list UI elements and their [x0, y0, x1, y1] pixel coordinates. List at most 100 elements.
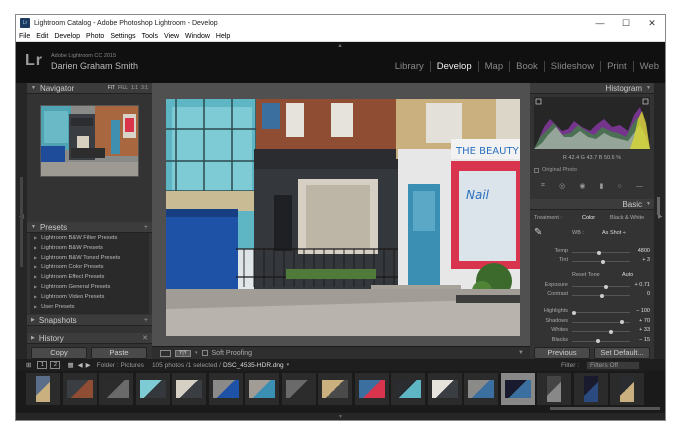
slider-track[interactable] — [572, 310, 630, 315]
slider-track[interactable] — [572, 320, 630, 324]
zoom-1-1[interactable]: 1:1 — [131, 85, 138, 91]
module-book[interactable]: Book — [509, 61, 544, 72]
basic-header[interactable]: Basic ▼ — [530, 199, 654, 210]
filmstrip-thumbnail[interactable] — [610, 373, 644, 405]
module-map[interactable]: Map — [477, 61, 509, 72]
maximize-button[interactable]: ☐ — [613, 15, 639, 31]
slider-track[interactable] — [572, 293, 630, 298]
menu-view[interactable]: View — [164, 33, 179, 40]
filmstrip-thumbnail[interactable] — [208, 373, 243, 405]
slider-track[interactable] — [572, 339, 630, 343]
menu-help[interactable]: Help — [216, 33, 230, 40]
selected-filename[interactable]: DSC_4535-HDR.dng — [223, 362, 284, 369]
loupe-view-icon[interactable] — [160, 349, 171, 357]
slider-value[interactable]: 4800 — [638, 248, 650, 254]
add-snapshot-icon[interactable]: + — [144, 317, 148, 324]
soft-proofing-checkbox[interactable] — [201, 350, 208, 356]
filter-select[interactable]: Filters Off — [586, 360, 640, 370]
previous-button[interactable]: Previous — [534, 347, 590, 359]
filmstrip-thumbnail[interactable] — [427, 373, 462, 405]
zoom-3-1[interactable]: 3:1 — [141, 85, 148, 91]
spot-removal-icon[interactable]: ◎ — [559, 182, 565, 190]
menu-tools[interactable]: Tools — [142, 33, 158, 40]
filmstrip-thumbnail[interactable] — [245, 373, 279, 405]
menu-window[interactable]: Window — [185, 33, 210, 40]
graduated-filter-icon[interactable]: ▮ — [600, 182, 604, 190]
wb-eyedropper-icon[interactable]: ✎ — [534, 227, 542, 238]
reset-tone-label[interactable]: Reset Tone — [572, 272, 600, 278]
bottom-panel-toggle[interactable]: ▼ — [16, 413, 665, 420]
forward-icon[interactable]: ▶ — [86, 361, 91, 369]
left-panel-toggle[interactable]: ◀ — [16, 83, 27, 359]
clear-history-icon[interactable]: ✕ — [142, 334, 148, 342]
menu-photo[interactable]: Photo — [86, 33, 104, 40]
slider-track[interactable] — [572, 259, 630, 264]
navigator-preview[interactable] — [40, 105, 139, 177]
menu-develop[interactable]: Develop — [54, 33, 80, 40]
slider-knob[interactable] — [619, 320, 624, 324]
menu-edit[interactable]: Edit — [36, 33, 48, 40]
filmstrip-thumbnail[interactable] — [62, 373, 97, 405]
close-button[interactable]: ✕ — [639, 15, 665, 31]
collapse-bottom-icon[interactable]: ▼ — [338, 414, 343, 420]
right-scrollbar[interactable] — [657, 197, 660, 215]
copy-button[interactable]: Copy — [31, 347, 87, 359]
toolbar-menu-icon[interactable]: ▼ — [518, 350, 524, 356]
snapshots-header[interactable]: ▶ Snapshots + — [27, 315, 152, 326]
filmstrip-thumbnail[interactable] — [464, 373, 498, 405]
right-panel-toggle[interactable]: ▶ — [654, 83, 665, 359]
module-web[interactable]: Web — [632, 61, 665, 72]
adjustment-brush-icon[interactable]: — — [636, 183, 643, 190]
slider-value[interactable]: + 3 — [642, 257, 650, 263]
filmstrip-thumbnail[interactable] — [99, 373, 133, 405]
source-label[interactable]: Folder : Pictures — [97, 362, 144, 369]
collapse-top-icon[interactable]: ▲ — [337, 43, 343, 49]
slider-knob[interactable] — [603, 284, 608, 289]
slider-knob[interactable] — [596, 339, 601, 343]
slider-knob[interactable] — [572, 310, 576, 315]
preset-folder[interactable]: ▶ Lightroom General Presets — [30, 282, 149, 292]
add-preset-icon[interactable]: + — [144, 224, 148, 231]
filmstrip-thumbnail[interactable] — [172, 373, 206, 405]
original-photo-checkbox[interactable] — [534, 167, 539, 173]
preset-folder[interactable]: ▶ Lightroom B&W Toned Presets — [30, 253, 149, 263]
filmstrip-thumbnail[interactable] — [537, 373, 571, 405]
presets-header[interactable]: ▼ Presets + — [27, 222, 152, 233]
module-slideshow[interactable]: Slideshow — [543, 61, 600, 72]
back-icon[interactable]: ◀ — [78, 361, 83, 369]
slider-knob[interactable] — [601, 259, 606, 264]
filmstrip-thumbnail[interactable] — [391, 373, 425, 405]
set-default-button[interactable]: Set Default... — [594, 347, 650, 359]
page-1-button[interactable]: 1 — [37, 361, 48, 369]
preset-folder[interactable]: ▶ Lightroom Video Presets — [30, 292, 149, 302]
slider-value[interactable]: + 70 — [639, 318, 650, 324]
treatment-black-white[interactable]: Black & White — [610, 215, 644, 221]
filmstrip-thumbnail[interactable] — [281, 373, 316, 405]
module-develop[interactable]: Develop — [429, 61, 478, 72]
slider-value[interactable]: − 100 — [636, 308, 650, 314]
main-photo[interactable]: Nail THE BEAUTY — [166, 99, 520, 336]
minimize-button[interactable]: — — [587, 15, 613, 31]
loupe-view[interactable]: Nail THE BEAUTY — [152, 83, 530, 346]
original-photo-toggle[interactable]: Original Photo — [534, 167, 577, 173]
filename-dropdown-icon[interactable]: ▾ — [287, 362, 290, 368]
menu-file[interactable]: File — [19, 33, 30, 40]
slider-track[interactable] — [572, 250, 630, 255]
red-eye-icon[interactable]: ◉ — [579, 182, 585, 190]
slider-knob[interactable] — [600, 293, 604, 298]
filmstrip-thumbnail[interactable] — [26, 373, 60, 405]
treatment-color[interactable]: Color — [582, 215, 595, 221]
filmstrip-thumbnail[interactable] — [500, 373, 535, 405]
preset-folder[interactable]: ▶ User Presets — [30, 302, 149, 312]
histogram-header[interactable]: Histogram ▼ — [530, 83, 654, 94]
before-after-dropdown-icon[interactable]: ▾ — [195, 350, 198, 356]
crop-tool-icon[interactable]: ⌗ — [541, 182, 545, 190]
grid-view-icon[interactable]: ▦ — [67, 361, 73, 369]
module-print[interactable]: Print — [600, 61, 633, 72]
histogram[interactable] — [534, 97, 650, 149]
slider-track[interactable] — [572, 329, 630, 334]
module-library[interactable]: Library — [389, 61, 430, 72]
filmstrip-scrollbar[interactable] — [550, 407, 660, 410]
history-header[interactable]: ▶ History ✕ — [27, 333, 152, 344]
filmstrip-thumbnail[interactable] — [354, 373, 389, 405]
